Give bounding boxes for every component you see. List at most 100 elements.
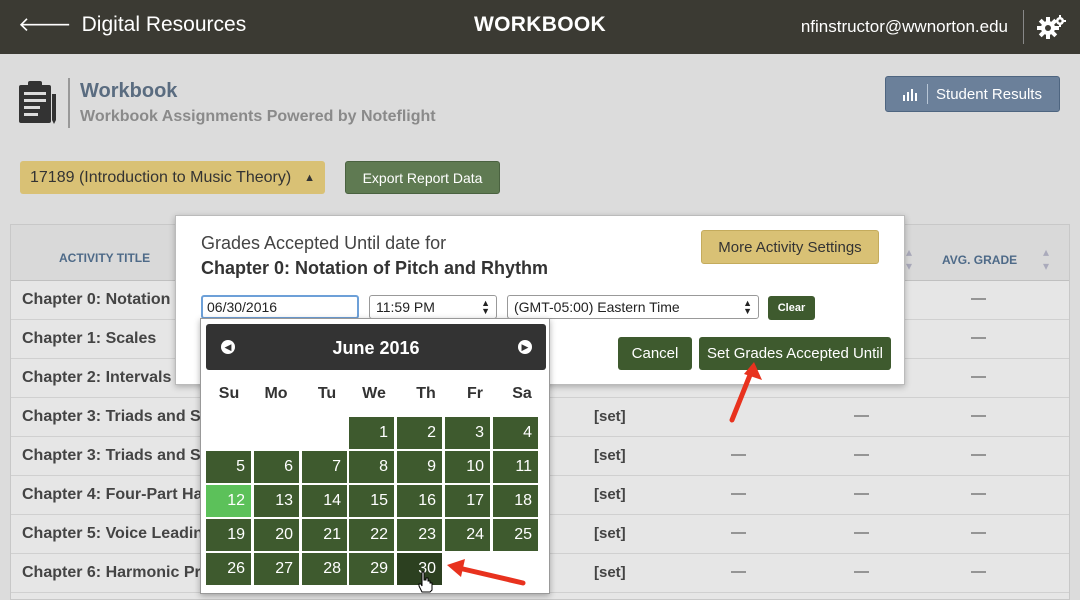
cancel-button[interactable]: Cancel — [618, 337, 692, 370]
calendar-day[interactable]: 22 — [349, 519, 394, 551]
calendar-day[interactable]: 4 — [493, 417, 538, 449]
calendar-day[interactable]: 27 — [254, 553, 299, 585]
more-activity-settings-button[interactable]: More Activity Settings — [701, 230, 879, 264]
weekday-label: Tu — [317, 385, 337, 402]
month-label: June 2016 — [332, 338, 420, 358]
calendar-day[interactable]: 12 — [206, 485, 251, 517]
calendar-day[interactable]: 6 — [254, 451, 299, 483]
calendar-day[interactable]: 29 — [349, 553, 394, 585]
weekday-label: Su — [218, 385, 240, 402]
sort-icon: ▴ ▾ — [906, 245, 913, 273]
calendar-day[interactable]: 1 — [349, 417, 394, 449]
activity-title[interactable]: Chapter 2: Intervals — [22, 369, 171, 387]
annotation-arrow-icon — [447, 559, 526, 586]
calendar-day[interactable]: 28 — [302, 553, 347, 585]
select-caret-icon: ▲ ▼ — [743, 298, 752, 316]
calendar-day[interactable]: 2 — [397, 417, 442, 449]
grade-value: — — [731, 563, 746, 580]
grade-value: — — [971, 290, 986, 307]
topbar-divider — [1023, 10, 1024, 44]
timezone-select-value: (GMT-05:00) Eastern Time — [514, 299, 680, 315]
workbook-title: Workbook — [80, 80, 178, 102]
header-divider — [68, 78, 70, 128]
calendar-day[interactable]: 18 — [493, 485, 538, 517]
column-header-activity-title[interactable]: ACTIVITY TITLE — [59, 251, 150, 265]
set-link[interactable]: [set] — [594, 564, 626, 581]
next-month-icon[interactable]: ▶ — [518, 340, 532, 354]
grade-value: — — [854, 407, 869, 424]
grade-value: — — [971, 524, 986, 541]
grade-value: — — [854, 485, 869, 502]
student-results-label: Student Results — [936, 85, 1042, 103]
date-picker: ◀ June 2016 ▶ Su Mo Tu We Th Fr Sa 1 2 3 4 5 6 7 8 9 10… — [200, 318, 550, 594]
set-link[interactable]: [set] — [594, 408, 626, 425]
calendar-day[interactable]: 7 — [302, 451, 347, 483]
set-link[interactable]: [set] — [594, 525, 626, 542]
time-select[interactable]: 11:59 PM ▲ ▼ — [369, 295, 497, 319]
grade-value: — — [971, 446, 986, 463]
button-divider — [927, 84, 929, 104]
activity-title[interactable]: Chapter 5: Voice Leadin — [22, 525, 203, 543]
activity-title[interactable]: Chapter 1: Scales — [22, 330, 156, 348]
calendar-day[interactable]: 16 — [397, 485, 442, 517]
grade-value: — — [731, 485, 746, 502]
calendar-day[interactable]: 26 — [206, 553, 251, 585]
grade-value: — — [731, 524, 746, 541]
calendar-day[interactable]: 17 — [445, 485, 490, 517]
hand-cursor-icon — [418, 571, 433, 593]
timezone-select[interactable]: (GMT-05:00) Eastern Time ▲ ▼ — [507, 295, 759, 319]
grade-value: — — [971, 485, 986, 502]
grade-value: — — [971, 368, 986, 385]
column-header-avg-grade[interactable]: AVG. GRADE — [942, 253, 1017, 267]
calendar-day[interactable]: 20 — [254, 519, 299, 551]
calendar-day[interactable]: 3 — [445, 417, 490, 449]
popup-label: Grades Accepted Until date for — [201, 233, 447, 253]
calendar-day[interactable]: 8 — [349, 451, 394, 483]
weekday-label: Mo — [264, 385, 288, 402]
calendar-day[interactable]: 13 — [254, 485, 299, 517]
calendar-day[interactable]: 14 — [302, 485, 347, 517]
grade-value: — — [854, 563, 869, 580]
calendar-day[interactable]: 9 — [397, 451, 442, 483]
bar-chart-icon — [903, 89, 918, 101]
gear-icon[interactable] — [1036, 12, 1068, 42]
annotation-arrow-icon — [729, 362, 762, 423]
course-select[interactable]: 17189 (Introduction to Music Theory) ▲ — [20, 161, 325, 194]
top-bar: 🡐 Digital Resources WORKBOOK nfinstructo… — [0, 0, 1080, 54]
clipboard-icon — [19, 81, 56, 124]
weekday-label: Th — [416, 385, 436, 402]
weekday-label: We — [362, 385, 386, 402]
calendar-day[interactable]: 11 — [493, 451, 538, 483]
student-results-button[interactable]: Student Results — [885, 76, 1060, 112]
grade-value: — — [971, 329, 986, 346]
date-input[interactable]: 06/30/2016 — [201, 295, 359, 319]
activity-title[interactable]: Chapter 6: Harmonic Pro — [22, 564, 210, 582]
calendar-day[interactable]: 21 — [302, 519, 347, 551]
calendar-day[interactable]: 25 — [493, 519, 538, 551]
activity-title[interactable]: Chapter 0: Notation o — [22, 291, 185, 309]
activity-title[interactable]: Chapter 3: Triads and Se — [22, 447, 210, 465]
grade-value: — — [971, 407, 986, 424]
export-report-button[interactable]: Export Report Data — [345, 161, 500, 194]
set-link[interactable]: [set] — [594, 486, 626, 503]
clear-button[interactable]: Clear — [768, 296, 815, 320]
user-email[interactable]: nfinstructor@wwnorton.edu — [801, 17, 1008, 37]
select-caret-icon: ▲ — [304, 171, 315, 184]
date-picker-header: ◀ June 2016 ▶ — [206, 324, 546, 370]
calendar-day[interactable]: 19 — [206, 519, 251, 551]
time-select-value: 11:59 PM — [376, 299, 435, 315]
course-select-value: 17189 (Introduction to Music Theory) — [30, 168, 292, 186]
activity-title[interactable]: Chapter 4: Four-Part Har — [22, 486, 209, 504]
calendar-day[interactable]: 5 — [206, 451, 251, 483]
select-caret-icon: ▲ ▼ — [481, 298, 490, 316]
activity-title[interactable]: Chapter 3: Triads and Se — [22, 408, 210, 426]
set-link[interactable]: [set] — [594, 447, 626, 464]
calendar-day[interactable]: 10 — [445, 451, 490, 483]
grade-value: — — [854, 524, 869, 541]
calendar-day[interactable]: 15 — [349, 485, 394, 517]
calendar-day[interactable]: 24 — [445, 519, 490, 551]
weekday-label: Fr — [467, 385, 483, 402]
calendar-day[interactable]: 23 — [397, 519, 442, 551]
grade-value: — — [971, 563, 986, 580]
popup-chapter-title: Chapter 0: Notation of Pitch and Rhythm — [201, 258, 549, 278]
